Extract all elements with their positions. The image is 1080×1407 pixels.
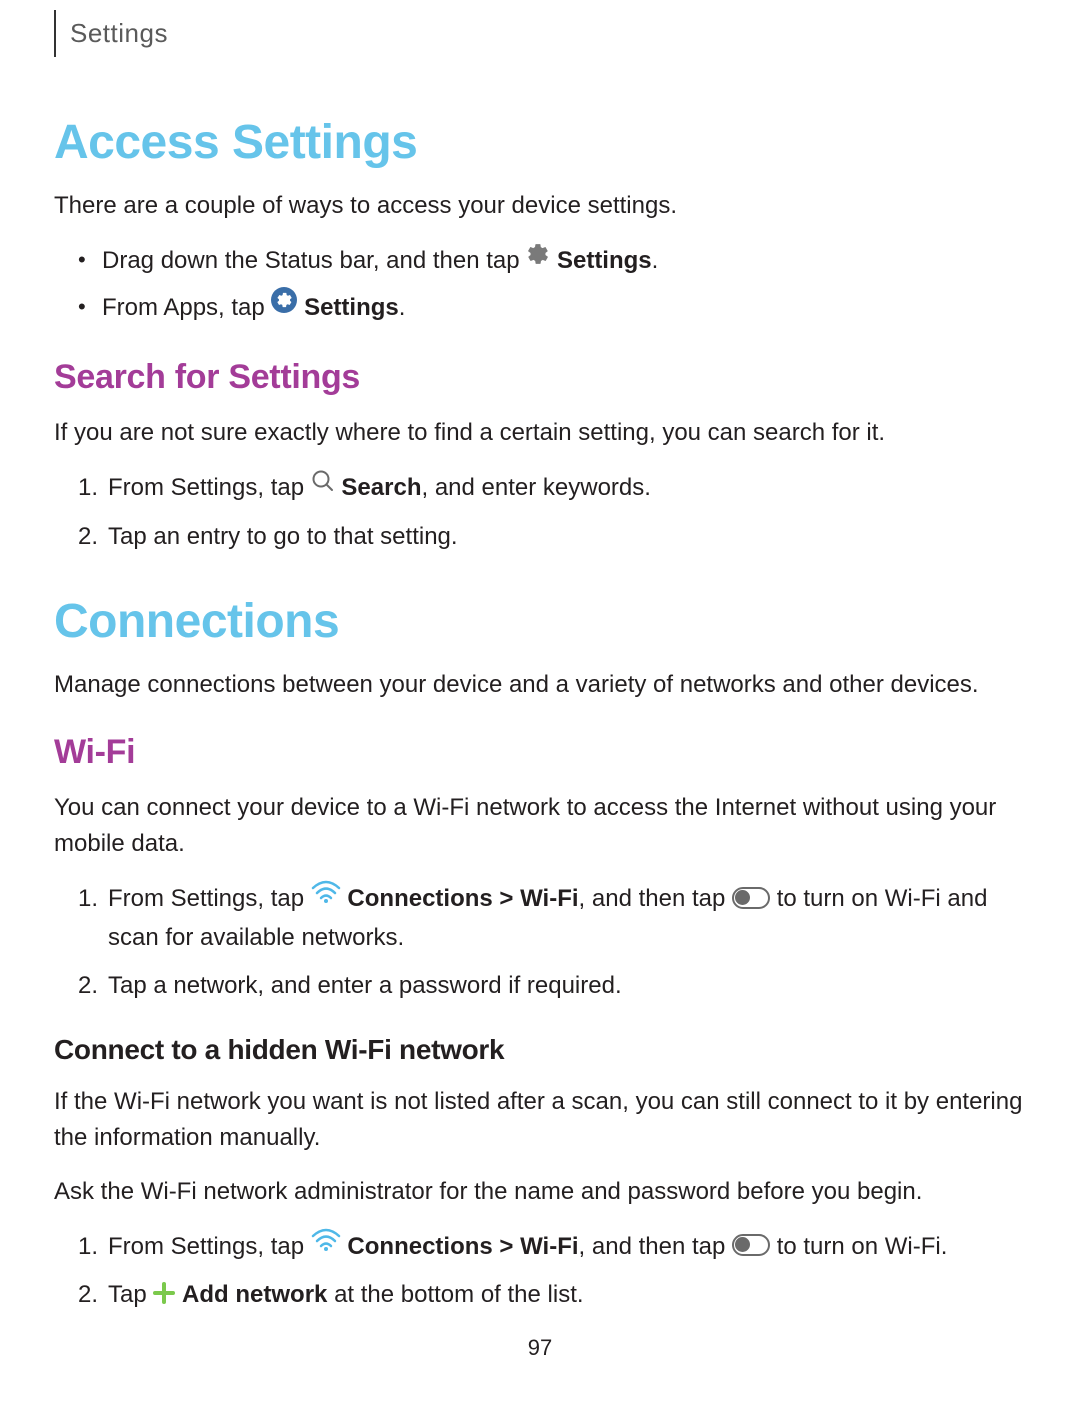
list-item: Tap Add network at the bottom of the lis…	[82, 1276, 1026, 1315]
list-item: Tap an entry to go to that setting.	[82, 518, 1026, 556]
text-bold: Settings	[557, 247, 652, 274]
search-icon	[311, 467, 335, 505]
list-item: From Settings, tap Connections > Wi-Fi, …	[82, 880, 1026, 957]
text: at the bottom of the list.	[334, 1281, 583, 1308]
toggle-off-icon	[732, 887, 770, 909]
search-settings-steps: From Settings, tap Search, and enter key…	[54, 469, 1026, 556]
text-bold: Search	[341, 474, 421, 501]
wifi-title: Wi-Fi	[54, 733, 1026, 772]
text: to turn on Wi-Fi.	[777, 1233, 948, 1260]
text-bold: Add network	[182, 1281, 327, 1308]
text: Tap	[108, 1281, 153, 1308]
wifi-icon	[311, 878, 341, 916]
plus-icon	[153, 1275, 175, 1313]
list-item: Drag down the Status bar, and then tap S…	[82, 242, 1026, 281]
hidden-wifi-steps: From Settings, tap Connections > Wi-Fi, …	[54, 1228, 1026, 1316]
access-settings-bullets: Drag down the Status bar, and then tap S…	[54, 242, 1026, 328]
list-item: From Settings, tap Search, and enter key…	[82, 469, 1026, 508]
text: , and enter keywords.	[421, 474, 650, 501]
text-bold: Connections > Wi-Fi	[347, 1233, 578, 1260]
text: From Settings, tap	[108, 474, 311, 501]
wifi-icon	[311, 1226, 341, 1264]
hidden-wifi-intro: If the Wi-Fi network you want is not lis…	[54, 1084, 1026, 1156]
connections-intro: Manage connections between your device a…	[54, 667, 1026, 703]
access-settings-intro: There are a couple of ways to access you…	[54, 188, 1026, 224]
connections-title: Connections	[54, 594, 1026, 649]
list-item: From Apps, tap Settings.	[82, 289, 1026, 328]
text: From Settings, tap	[108, 885, 311, 912]
header-tab: Settings	[54, 10, 1026, 57]
text-bold: Settings	[304, 294, 399, 321]
search-settings-title: Search for Settings	[54, 358, 1026, 397]
access-settings-title: Access Settings	[54, 115, 1026, 170]
gear-circle-icon	[271, 287, 297, 325]
text: .	[652, 247, 659, 274]
toggle-off-icon	[732, 1234, 770, 1256]
gear-icon	[526, 240, 550, 278]
hidden-wifi-title: Connect to a hidden Wi-Fi network	[54, 1034, 1026, 1066]
text: .	[399, 294, 406, 321]
text-bold: Connections > Wi-Fi	[347, 885, 578, 912]
header-tab-label: Settings	[70, 18, 168, 48]
hidden-wifi-note: Ask the Wi-Fi network administrator for …	[54, 1174, 1026, 1210]
text: Tap a network, and enter a password if r…	[108, 972, 622, 999]
text: , and then tap	[579, 885, 732, 912]
search-settings-intro: If you are not sure exactly where to fin…	[54, 415, 1026, 451]
list-item: Tap a network, and enter a password if r…	[82, 967, 1026, 1005]
list-item: From Settings, tap Connections > Wi-Fi, …	[82, 1228, 1026, 1267]
text: Drag down the Status bar, and then tap	[102, 247, 526, 274]
text: , and then tap	[579, 1233, 732, 1260]
wifi-intro: You can connect your device to a Wi-Fi n…	[54, 790, 1026, 862]
wifi-steps: From Settings, tap Connections > Wi-Fi, …	[54, 880, 1026, 1006]
text: From Settings, tap	[108, 1233, 311, 1260]
text: Tap an entry to go to that setting.	[108, 523, 458, 550]
text: From Apps, tap	[102, 294, 271, 321]
page-number: 97	[0, 1335, 1080, 1361]
